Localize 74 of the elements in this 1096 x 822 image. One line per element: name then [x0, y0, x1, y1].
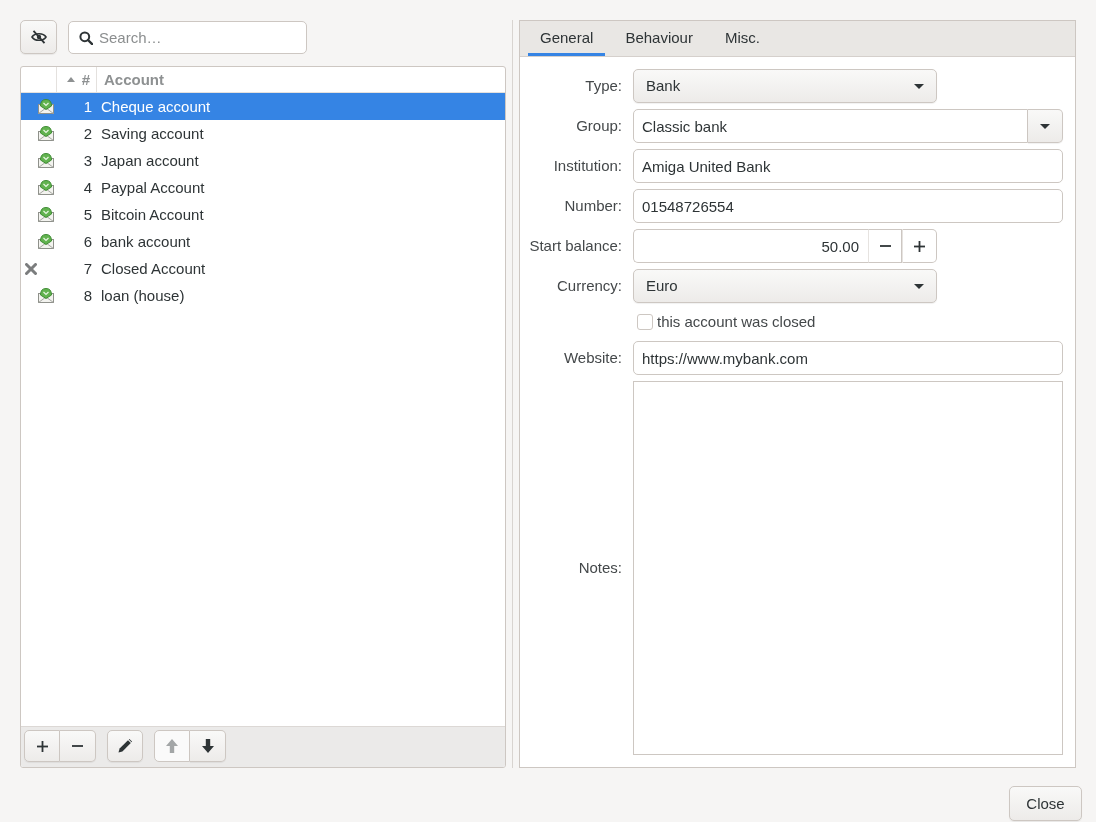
row-number: 2 — [82, 124, 93, 143]
combo-entry-field[interactable]: Classic bank — [633, 109, 1028, 143]
edit-button[interactable] — [107, 730, 143, 762]
account-row[interactable]: 6 bank account — [21, 228, 505, 255]
account-name: Paypal Account — [100, 178, 205, 197]
row-number: 4 — [82, 178, 93, 197]
row-number: 3 — [82, 151, 93, 170]
minus-icon — [879, 245, 891, 247]
row-number: 1 — [82, 97, 93, 116]
field-label: Start balance: — [528, 237, 622, 255]
plus-icon — [36, 740, 48, 752]
account-name: Closed Account — [100, 259, 206, 278]
search-field[interactable]: Search… — [68, 21, 307, 54]
field-label: Currency: — [555, 277, 622, 295]
caret-down-icon — [914, 283, 924, 289]
text-field[interactable]: Amiga United Bank — [633, 149, 1063, 183]
caret-down-icon — [1040, 123, 1050, 129]
account-row[interactable]: 5 Bitcoin Account — [21, 201, 505, 228]
field-label: Website: — [562, 349, 622, 367]
text-field[interactable]: https://www.mybank.com — [633, 341, 1063, 375]
pencil-icon — [118, 739, 132, 753]
field-label: Group: — [575, 117, 622, 135]
account-name: Cheque account — [100, 97, 211, 116]
decrement-button[interactable] — [868, 229, 902, 263]
account-row[interactable]: 4 Paypal Account — [21, 174, 505, 201]
account-name: Japan account — [100, 151, 199, 170]
dropdown-button[interactable] — [1028, 109, 1063, 143]
checkbox[interactable] — [637, 314, 653, 330]
account-name: loan (house) — [100, 286, 185, 305]
move-down-button[interactable] — [190, 730, 226, 762]
field-label: Institution: — [552, 157, 622, 175]
tab[interactable]: Behaviour — [613, 21, 705, 56]
dropdown[interactable]: Bank — [633, 69, 937, 103]
x-mark-icon — [25, 262, 37, 275]
plus-icon — [914, 240, 925, 252]
account-row[interactable]: 1 Cheque account — [21, 93, 505, 120]
row-number: 7 — [82, 259, 93, 278]
account-row[interactable]: 3 Japan account — [21, 147, 505, 174]
field-label: Number: — [563, 197, 622, 215]
row-number: 6 — [82, 232, 93, 251]
account-name: Saving account — [100, 124, 204, 143]
row-number: 5 — [82, 205, 93, 224]
minus-icon — [72, 745, 83, 747]
number-field[interactable]: 50.00 — [633, 229, 868, 263]
increment-button[interactable] — [902, 229, 937, 263]
tab[interactable]: General — [528, 21, 606, 56]
checkbox-label: this account was closed — [657, 313, 816, 331]
envelope-icon — [38, 153, 54, 168]
account-row[interactable]: 8 loan (house) — [21, 282, 505, 309]
tab[interactable]: Misc. — [712, 21, 772, 56]
account-row[interactable]: 7 Closed Account — [21, 255, 505, 282]
notes-field[interactable] — [633, 381, 1063, 755]
account-row[interactable]: 2 Saving account — [21, 120, 505, 147]
envelope-icon — [38, 180, 54, 195]
field-label: Notes: — [577, 559, 622, 577]
row-number: 8 — [82, 286, 93, 305]
hide-closed-button[interactable] — [20, 20, 57, 54]
add-button[interactable] — [24, 730, 60, 762]
envelope-icon — [38, 234, 54, 249]
account-name: bank account — [100, 232, 191, 251]
envelope-icon — [38, 126, 54, 141]
envelope-icon — [38, 99, 54, 114]
envelope-icon — [38, 207, 54, 222]
close-button[interactable]: Close — [1009, 786, 1082, 821]
text-field[interactable]: 01548726554 — [633, 189, 1063, 223]
up-arrow-icon — [166, 739, 178, 753]
eye-slash-icon — [30, 30, 47, 44]
caret-down-icon — [914, 83, 924, 89]
search-icon — [79, 31, 93, 45]
account-name: Bitcoin Account — [100, 205, 204, 224]
envelope-icon — [38, 288, 54, 303]
down-arrow-icon — [201, 739, 214, 753]
dropdown[interactable]: Euro — [633, 269, 937, 303]
field-label: Type: — [584, 77, 622, 95]
